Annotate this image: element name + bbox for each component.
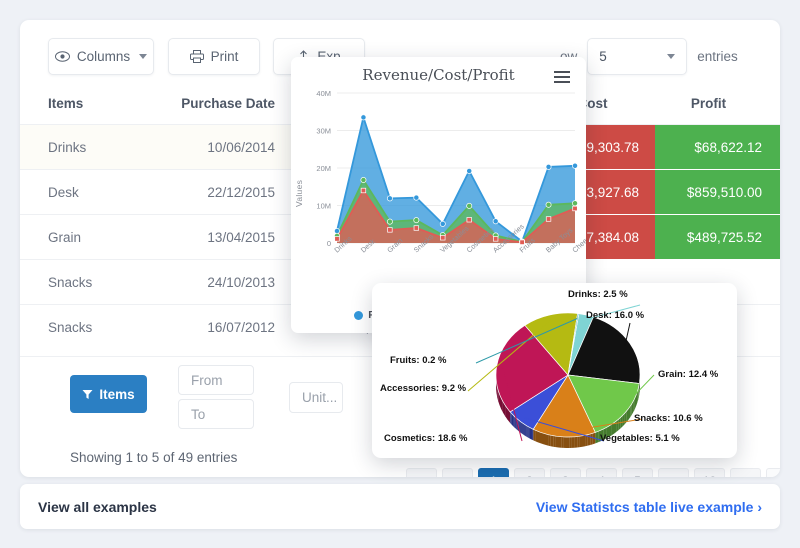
legend-color-swatch — [354, 310, 364, 320]
pie-slice-label: Grain: 12.4 % — [658, 369, 719, 380]
to-date-input[interactable]: To — [178, 399, 254, 429]
entries-select-value: 5 — [599, 49, 607, 64]
hamburger-icon[interactable] — [554, 71, 570, 86]
svg-text:40M: 40M — [316, 89, 331, 98]
printer-icon — [189, 50, 204, 63]
pagination-button[interactable]: 10 — [694, 468, 725, 477]
cell-purchase-date: 22/12/2015 — [207, 184, 275, 200]
entries-select[interactable]: 5 — [587, 38, 688, 75]
chart-y-axis-label: Values — [294, 179, 304, 207]
columns-button-label: Columns — [76, 49, 131, 64]
svg-text:0: 0 — [327, 239, 331, 248]
cell-purchase-date: 16/07/2012 — [207, 319, 275, 335]
cell-item: Snacks — [48, 274, 93, 290]
items-filter-label: Items — [99, 386, 135, 402]
funnel-icon — [82, 389, 93, 400]
print-button[interactable]: Print — [168, 38, 260, 75]
pie-chart-card: Drinks: 2.5 % Desk: 16.0 % Grain: 12.4 % Sn… — [372, 283, 737, 458]
screenshot-root: Columns Print 5 entries Items Purchase D… — [0, 0, 800, 548]
view-all-examples-link[interactable]: View all examples — [38, 499, 157, 515]
showing-entries-text: Showing 1 to 5 of 49 entries — [70, 450, 238, 465]
column-header-profit[interactable]: Profit — [655, 82, 780, 124]
view-live-example-link[interactable]: View Statistcs table live example › — [536, 499, 762, 515]
pagination-button[interactable]: › — [730, 468, 761, 477]
pie-slice-label: Fruits: 0.2 % — [390, 355, 447, 366]
pagination-button[interactable]: 2 — [514, 468, 545, 477]
chart-title: Revenue/Cost/Profit — [362, 66, 515, 84]
print-button-label: Print — [210, 49, 239, 64]
items-filter-button[interactable]: Items — [70, 375, 147, 413]
svg-text:20M: 20M — [316, 164, 331, 173]
chevron-down-icon — [139, 54, 148, 59]
cell-profit: $859,510.00 — [655, 170, 780, 215]
pagination: « ‹ 12345... 10 › » — [406, 468, 780, 477]
pagination-button[interactable]: » — [766, 468, 780, 477]
column-header-date[interactable]: Purchase Date — [140, 82, 275, 124]
pagination-button[interactable]: « — [406, 468, 437, 477]
eye-icon — [54, 51, 70, 62]
svg-text:10M: 10M — [316, 202, 331, 211]
column-header-items[interactable]: Items — [20, 82, 140, 124]
chevron-down-icon — [667, 54, 676, 59]
show-entries-control: ow 5 entries — [560, 38, 738, 75]
cell-purchase-date: 13/04/2015 — [207, 229, 275, 245]
cell-purchase-date: 24/10/2013 — [207, 274, 275, 290]
cell-profit: $68,622.12 — [655, 125, 780, 170]
pagination-button[interactable]: ... — [658, 468, 689, 477]
pie-slice-label: Drinks: 2.5 % — [568, 289, 628, 300]
pagination-button[interactable]: 3 — [550, 468, 581, 477]
pie-slice-label: Desk: 16.0 % — [586, 310, 645, 321]
entries-label: entries — [697, 49, 738, 64]
svg-text:30M: 30M — [316, 127, 331, 136]
area-chart-plot: 010M20M30M40MDrinks Desk Grain Snacks Vegeta… — [316, 89, 586, 254]
pie-slice-label: Snacks: 10.6 % — [634, 413, 703, 424]
cell-item: Snacks — [48, 319, 93, 335]
cell-item: Grain — [48, 229, 82, 245]
unit-filter-input[interactable]: Unit... — [289, 382, 343, 413]
cell-profit: $489,725.52 — [655, 215, 780, 260]
cell-purchase-date: 10/06/2014 — [207, 139, 275, 155]
pagination-button[interactable]: ‹ — [442, 468, 473, 477]
pie-slice-label: Accessories: 9.2 % — [380, 383, 467, 394]
pagination-button[interactable]: 1 — [478, 468, 509, 477]
pie-slice-label: Cosmetics: 18.6 % — [384, 433, 468, 444]
pagination-button[interactable]: 4 — [586, 468, 617, 477]
pagination-button[interactable]: 5 — [622, 468, 653, 477]
from-date-input[interactable]: From — [178, 365, 254, 395]
cell-item: Desk — [48, 184, 79, 200]
columns-button[interactable]: Columns — [48, 38, 154, 75]
pie-slice-label: Vegetables: 5.1 % — [600, 433, 680, 444]
bottom-bar: View all examples View Statistcs table l… — [20, 484, 780, 529]
cell-item: Drinks — [48, 139, 87, 155]
